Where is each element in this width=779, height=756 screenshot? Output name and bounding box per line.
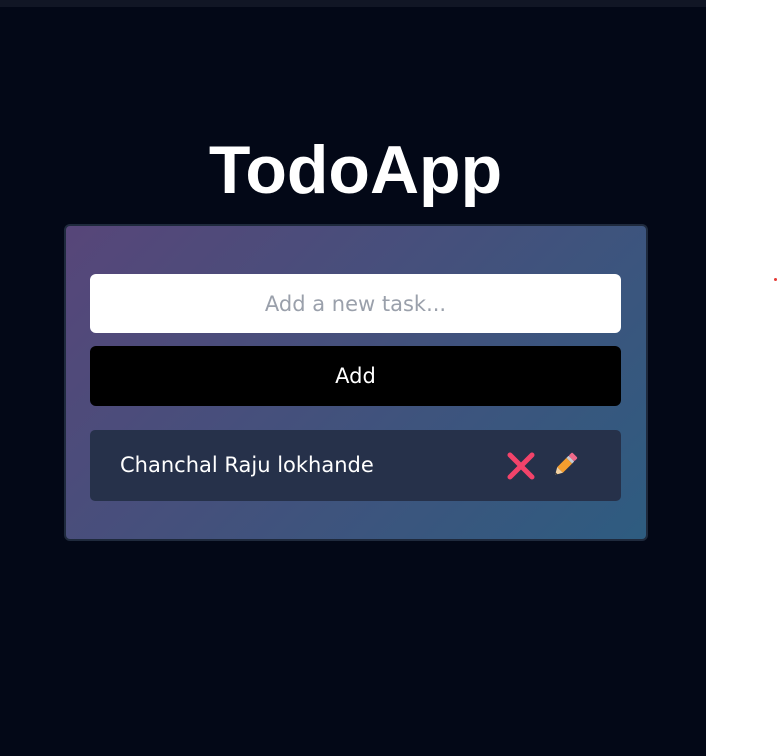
todo-card: Add Chanchal Raju lokhande (64, 224, 648, 541)
new-task-input[interactable] (90, 274, 621, 333)
todo-item: Chanchal Raju lokhande (90, 430, 621, 501)
todo-item-text: Chanchal Raju lokhande (120, 453, 374, 477)
page-title: TodoApp (208, 131, 503, 208)
app-container: TodoApp Add Chanchal Raju lokhande (0, 0, 706, 756)
add-task-button[interactable]: Add (90, 346, 621, 406)
indicator-dot (774, 278, 777, 281)
top-bar (0, 0, 706, 7)
pencil-icon[interactable] (550, 450, 580, 480)
cross-mark-icon[interactable] (506, 452, 536, 480)
